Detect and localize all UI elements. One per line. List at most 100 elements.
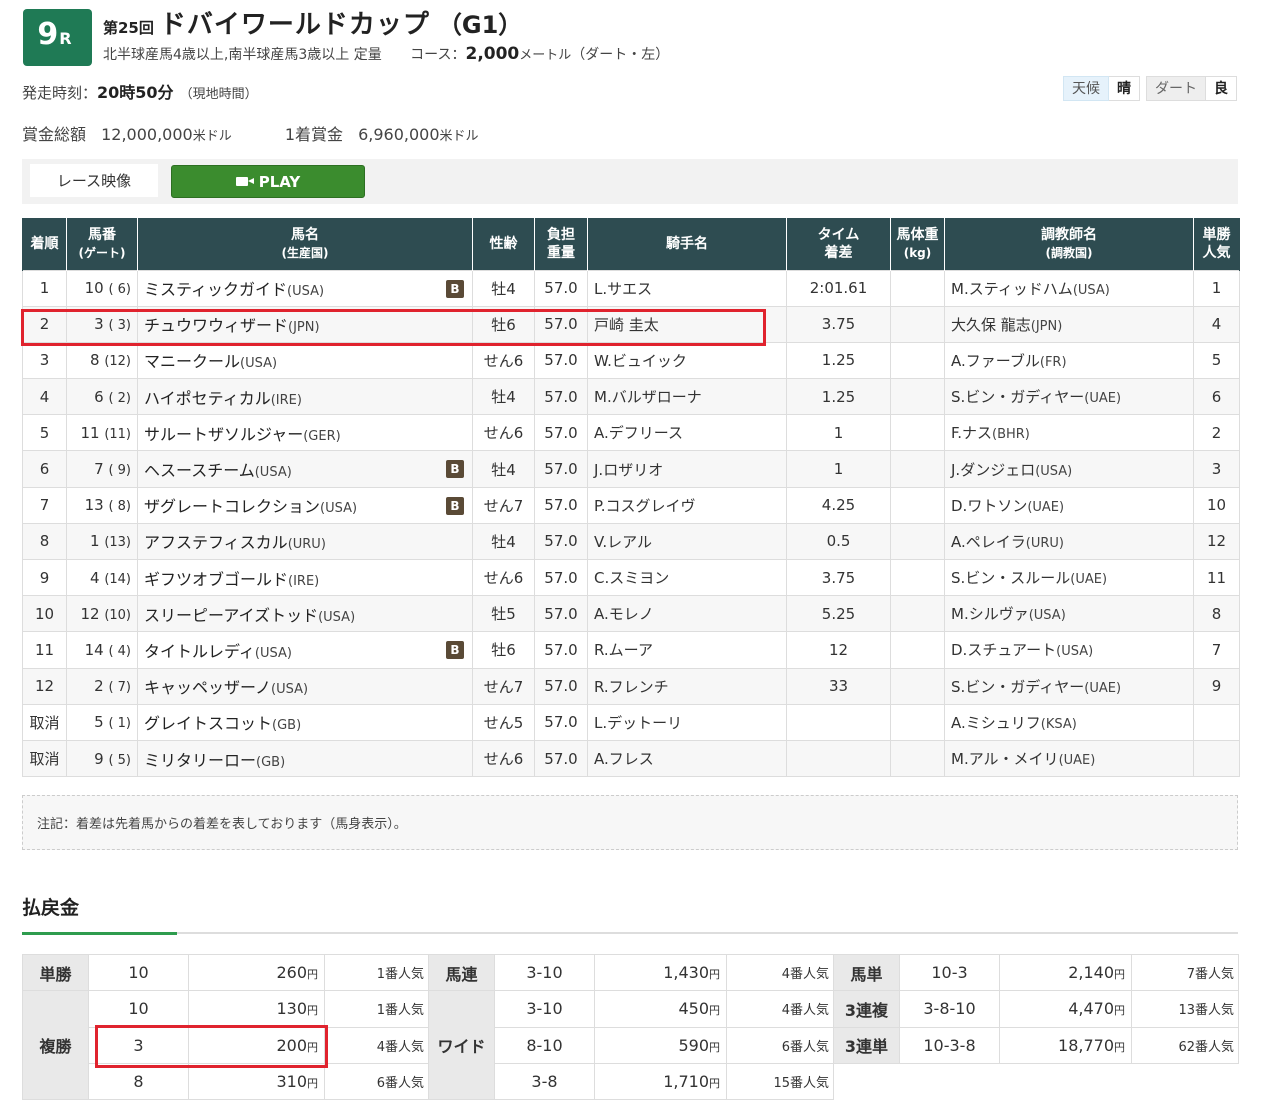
race-video-tab[interactable]: レース映像 [30,164,158,197]
horse-name-cell[interactable]: チュウワウィザード(JPN) [137,305,473,343]
trainer-name[interactable]: M.シルヴァ(USA) [944,595,1194,633]
carried-weight: 57.0 [534,450,588,488]
horse-country: (IRE) [270,392,302,408]
jockey-name[interactable]: W.ビュイック [587,341,787,380]
trainer-name[interactable]: S.ビン・ガディヤー(UAE) [944,667,1194,705]
horse-name-cell[interactable]: マニークール(USA) [137,341,473,380]
finish-position: 6 [22,450,67,488]
gate-number: (13) [104,535,131,551]
bet-type-exacta: 馬単 [833,953,900,992]
jockey-name[interactable]: L.デットーリ [587,703,787,741]
horse-country: (USA) [320,501,358,517]
horse-number: 3 ( 3) [66,305,138,343]
race-conditions: 北半球産馬4歳以上,南半球産馬3歳以上 定量 コース：2,000メートル（ダート… [103,44,669,64]
jockey-name[interactable]: C.スミヨン [587,558,787,597]
trainer-name[interactable]: D.スチュアート(USA) [944,631,1194,669]
trainer-name[interactable]: J.ダンジェロ(USA) [944,450,1194,488]
trainer-name[interactable]: S.ビン・ガディヤー(UAE) [944,378,1194,416]
race-number: 9 [37,17,59,52]
body-weight [890,486,945,524]
result-row: 46 ( 2) ハイポセティカル(IRE) 牡4 57.0 M.バルザローナ 1.25 S.… [22,378,1240,416]
carried-weight: 57.0 [534,378,588,416]
jockey-name[interactable]: R.フレンチ [587,667,787,705]
horse-name-cell[interactable]: ミスティックガイド(USA) B [137,269,473,307]
trainer-name[interactable]: S.ビン・スルール(UAE) [944,558,1194,597]
horse-number: 2 ( 7) [66,667,138,705]
course-surface: （ダート・左） [571,47,670,63]
col-finish: 着順 [22,218,67,270]
favorite-rank: 10 [1193,486,1240,524]
trainer-name[interactable]: A.ペレイラ(URU) [944,522,1194,561]
body-weight [890,595,945,633]
horse-name-link: チュウワウィザード [144,316,289,336]
finish-position: 5 [22,414,67,452]
payout-row: 単勝 10 260円 1番人気 [22,953,429,992]
payout-table-3: 馬単 10-3 2,140円 7番人気 3連複 3-8-10 4,470円 13番人気 3連単 1… [833,953,1239,1064]
horse-name-cell[interactable]: ハイポセティカル(IRE) [137,378,473,416]
result-row: 38 (12) マニークール(USA) せん6 57.0 W.ビュイック 1.25 A.ファ… [22,341,1240,380]
horse-name-cell[interactable]: ギフツオブゴールド(IRE) [137,558,473,597]
horse-name-cell[interactable]: キャッペッザーノ(USA) [137,667,473,705]
horse-name-cell[interactable]: ザグレートコレクション(USA) B [137,486,473,524]
jockey-name[interactable]: A.フレス [587,739,787,778]
jockey-name[interactable]: P.コスグレイヴ [587,486,787,524]
horse-name-cell[interactable]: グレイトスコット(GB) [137,703,473,741]
race-name: ドバイワールドカップ [159,10,430,40]
horse-name-cell[interactable]: ミリタリーロー(GB) [137,739,473,778]
trainer-name[interactable]: A.ファーブル(FR) [944,341,1194,380]
body-weight [890,631,945,669]
horse-name-cell[interactable]: スリーピーアイズトッド(USA) [137,595,473,633]
payout-table-1: 単勝 10 260円 1番人気 複勝 10 130円 1番人気 3 200円 4番人気 8 310円 6番… [22,953,429,1101]
jockey-name[interactable]: J.ロザリオ [587,450,787,488]
finish-position: 4 [22,378,67,416]
jockey-name[interactable]: M.バルザローナ [587,378,787,416]
body-weight [890,667,945,705]
jockey-name[interactable]: L.サエス [587,269,787,307]
gate-number: ( 4) [108,643,131,659]
payout-popularity: 7番人気 [1131,953,1239,992]
jockey-name[interactable]: V.レアル [587,522,787,561]
gate-number: ( 9) [108,463,131,479]
jockey-name[interactable]: R.ムーア [587,631,787,669]
time-margin: 0.5 [786,522,891,561]
winning-combination: 3 [88,1026,189,1064]
horse-name-cell[interactable]: アフステフィスカル(URU) [137,522,473,561]
sex-age: せん5 [472,703,535,741]
trainer-country: (USA) [1056,644,1094,660]
carried-weight: 57.0 [534,667,588,705]
trainer-name[interactable]: M.スティッドハム(USA) [944,269,1194,307]
trainer-country: (USA) [1072,282,1110,298]
jockey-name[interactable]: 戸崎 圭太 [587,305,787,343]
trainer-name[interactable]: D.ワトソン(UAE) [944,486,1194,524]
trainer-name[interactable]: F.ナス(BHR) [944,414,1194,452]
jockey-name[interactable]: A.デフリース [587,414,787,452]
horse-name-cell[interactable]: タイトルレディ(USA) B [137,631,473,669]
time-margin: 4.25 [786,486,891,524]
time-margin: 1 [786,450,891,488]
trainer-name[interactable]: A.ミシュリフ(KSA) [944,703,1194,741]
favorite-rank [1193,739,1240,778]
payout-popularity: 4番人気 [324,1026,429,1064]
result-row: 1 10 ( 6) ミスティックガイド(USA) B 牡4 57.0 L.サエス 2:01.6… [22,269,1240,307]
favorite-rank: 3 [1193,450,1240,488]
gate-number: ( 2) [108,390,131,406]
horse-country: (USA) [254,645,292,661]
favorite-rank: 8 [1193,595,1240,633]
trainer-name[interactable]: M.アル・メイリ(UAE) [944,739,1194,778]
sex-age: 牡4 [472,378,535,416]
play-button[interactable]: PLAY [171,165,365,198]
race-number-badge: 9R [23,9,92,66]
horse-name-cell[interactable]: ヘスースチーム(USA) B [137,450,473,488]
body-weight [890,522,945,561]
winning-combination: 10-3-8 [899,1026,1000,1064]
trainer-name[interactable]: 大久保 龍志(JPN) [944,305,1194,343]
horse-name-cell[interactable]: サルートザソルジャー(GER) [137,414,473,452]
winning-combination: 8 [88,1062,189,1101]
jockey-name[interactable]: A.モレノ [587,595,787,633]
finish-position: 8 [22,522,67,561]
carried-weight: 57.0 [534,631,588,669]
gate-number: (11) [104,426,131,442]
horse-number: 9 ( 5) [66,739,138,778]
horse-country: (GB) [272,718,302,734]
finish-position: 9 [22,558,67,597]
